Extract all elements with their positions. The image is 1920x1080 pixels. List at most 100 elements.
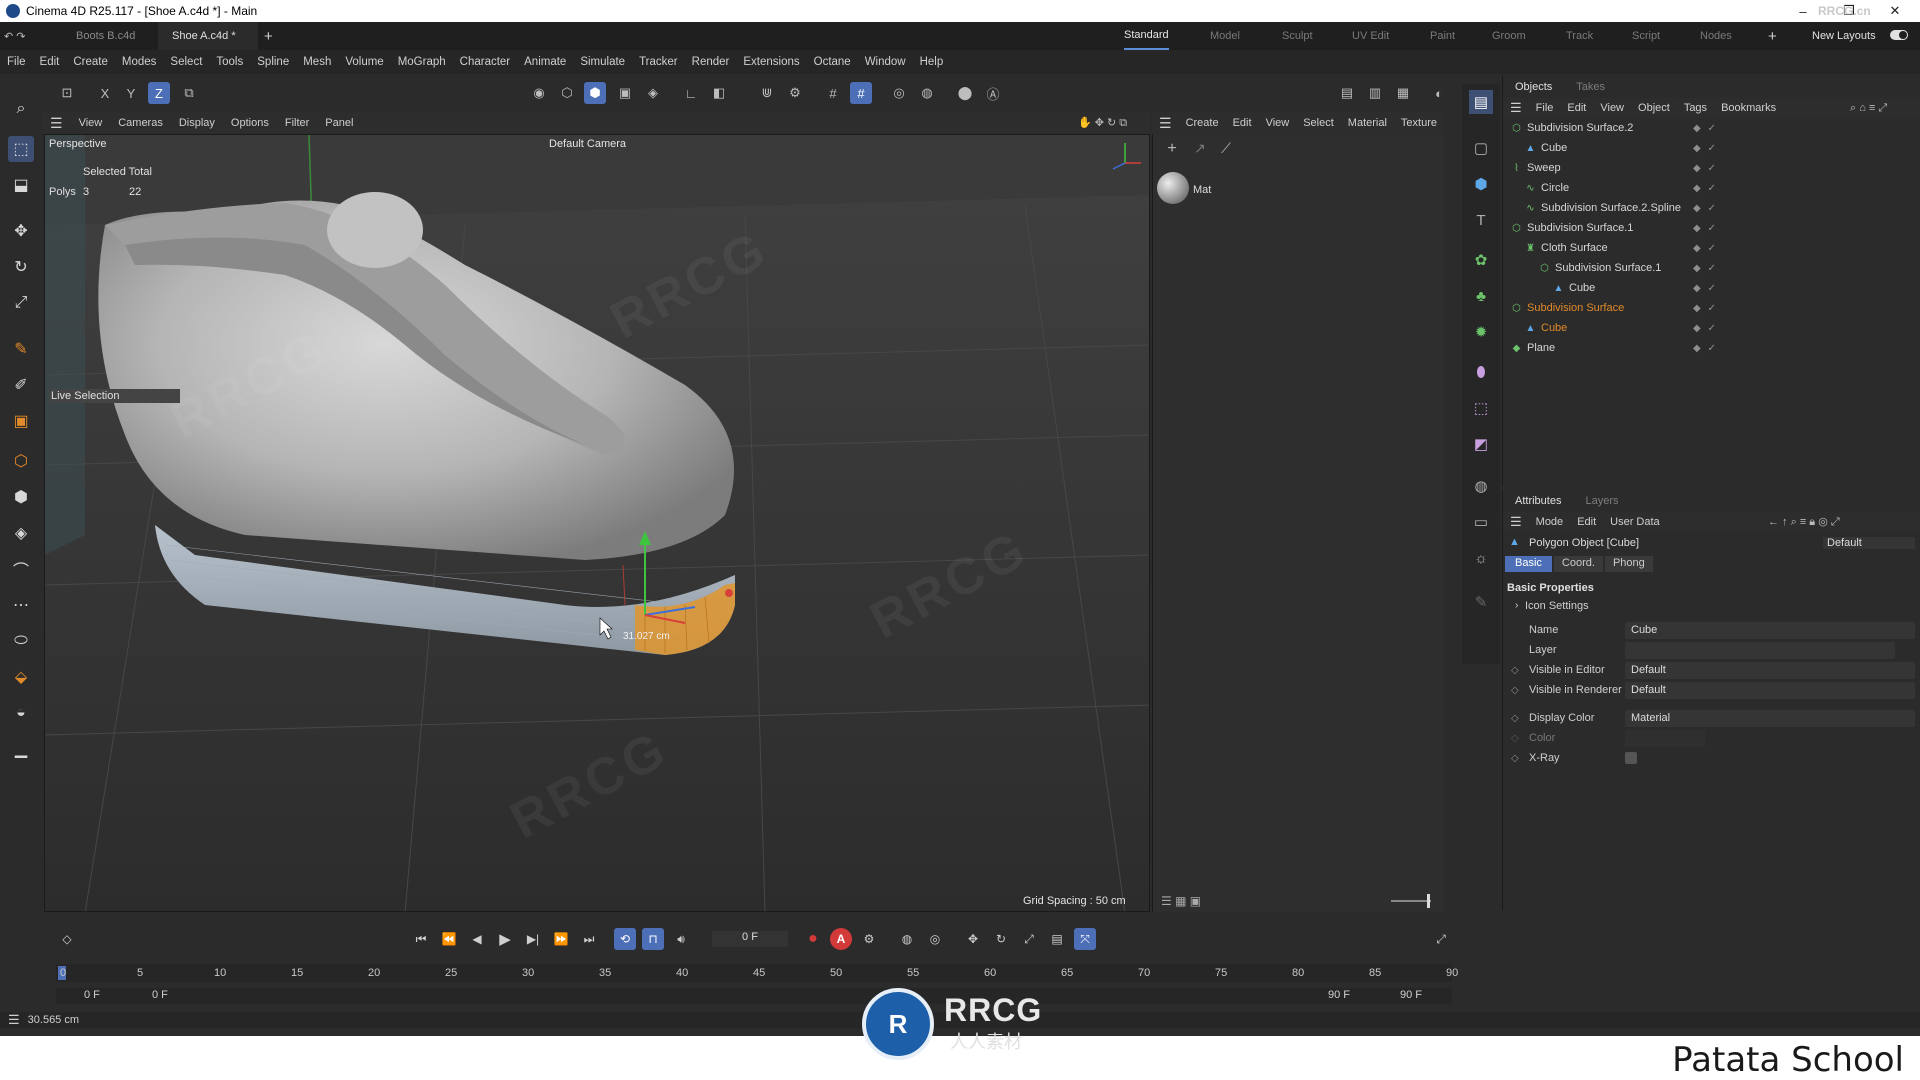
menu-tracker[interactable]: Tracker <box>632 56 685 68</box>
visibility-flags-icon[interactable]: ◆ ✓ <box>1693 143 1718 154</box>
viewport-menu-options[interactable]: Options <box>223 117 277 129</box>
menu-spline[interactable]: Spline <box>250 56 296 68</box>
om-menu-tags[interactable]: Tags <box>1677 102 1714 114</box>
tab-shoe[interactable]: Shoe A.c4d * <box>158 22 258 50</box>
redo-icon[interactable]: ↷ <box>16 30 25 43</box>
object-row[interactable]: ⌇ Sweep ◆ ✓ <box>1503 158 1920 178</box>
sculpt-icon[interactable]: ◒ <box>8 700 34 726</box>
sound-icon[interactable]: 🔊︎ <box>670 928 692 950</box>
prev-keyframe-icon[interactable]: ⏪ <box>438 928 460 950</box>
close-window-button[interactable]: ✕ <box>1872 0 1918 22</box>
keyframe-diamond-icon[interactable]: ◇ <box>56 928 78 950</box>
am-menu-mode[interactable]: Mode <box>1529 516 1571 528</box>
key-rotation-icon[interactable]: ↻ <box>990 928 1012 950</box>
menu-animate[interactable]: Animate <box>517 56 573 68</box>
layout-groom[interactable]: Groom <box>1492 22 1526 50</box>
preview-range-icon[interactable]: ⊓ <box>642 928 664 950</box>
3d-viewport[interactable]: RRCG RRCG RRCG RRCG Perspective Default … <box>44 134 1150 912</box>
mesh-icon[interactable]: ⬭ <box>8 628 34 654</box>
text-icon[interactable]: T <box>1469 208 1493 232</box>
layout-script[interactable]: Script <box>1632 22 1660 50</box>
layout-sculpt[interactable]: Sculpt <box>1282 22 1313 50</box>
layout-paint[interactable]: Paint <box>1430 22 1455 50</box>
mat-menu-create[interactable]: Create <box>1179 117 1226 129</box>
object-name[interactable]: Plane <box>1527 342 1555 354</box>
magnet-icon[interactable]: ⋓ <box>756 82 778 104</box>
object-name[interactable]: Cloth Surface <box>1541 242 1608 254</box>
globe-icon[interactable]: ◍ <box>1469 474 1493 498</box>
menu-volume[interactable]: Volume <box>338 56 390 68</box>
object-row[interactable]: ▲ Cube ◆ ✓ <box>1503 138 1920 158</box>
minimize-button[interactable]: – <box>1780 0 1826 22</box>
viewport-menu-view[interactable]: View <box>71 117 111 129</box>
edit-render-settings-icon[interactable]: ▦ <box>1392 82 1414 104</box>
om-menu-view[interactable]: View <box>1593 102 1631 114</box>
menu-modes[interactable]: Modes <box>115 56 164 68</box>
tab-layers[interactable]: Layers <box>1573 495 1630 507</box>
edges-mode-icon[interactable]: ⬡ <box>556 82 578 104</box>
object-name[interactable]: Cube <box>1541 322 1567 334</box>
render-region-icon[interactable]: ◎ <box>888 82 910 104</box>
next-frame-icon[interactable]: ▶| <box>522 928 544 950</box>
object-row[interactable]: ♜ Cloth Surface ◆ ✓ <box>1503 238 1920 258</box>
effector-icon[interactable]: ✹ <box>1469 320 1493 344</box>
object-name[interactable]: Subdivision Surface.2.Spline <box>1541 202 1681 214</box>
menu-octane[interactable]: Octane <box>807 56 858 68</box>
deformer-strip-icon[interactable]: ⬮ <box>1469 360 1493 384</box>
floor-icon[interactable]: ▁ <box>8 736 34 762</box>
cube-primitive-icon[interactable]: ▣ <box>8 408 34 434</box>
range-start2-field[interactable]: 0 F <box>152 989 168 1001</box>
range-end2-field[interactable]: 90 F <box>1328 989 1350 1001</box>
reset-view-icon[interactable]: ⊡ <box>56 82 78 104</box>
volume-icon[interactable]: ◩ <box>1469 432 1493 456</box>
tab-boots[interactable]: Boots B.c4d <box>62 22 158 50</box>
object-row[interactable]: ▲ Cube ◆ ✓ <box>1503 278 1920 298</box>
keyframe-diamond-icon[interactable]: ◇ <box>1511 753 1519 764</box>
am-hamburger-icon[interactable]: ☰ <box>1503 514 1529 530</box>
object-row[interactable]: ⬡ Subdivision Surface ◆ ✓ <box>1503 298 1920 318</box>
viewport-menu-panel[interactable]: Panel <box>317 117 361 129</box>
viewport-menu-display[interactable]: Display <box>171 117 223 129</box>
mat-menu-texture[interactable]: Texture <box>1394 117 1444 129</box>
menu-tools[interactable]: Tools <box>209 56 250 68</box>
object-name[interactable]: Subdivision Surface.1 <box>1555 262 1661 274</box>
visibility-flags-icon[interactable]: ◆ ✓ <box>1693 343 1718 354</box>
layout-uv-edit[interactable]: UV Edit <box>1352 22 1389 50</box>
visibility-flags-icon[interactable]: ◆ ✓ <box>1693 323 1718 334</box>
visibility-flags-icon[interactable]: ◆ ✓ <box>1693 283 1718 294</box>
subtab-phong[interactable]: Phong <box>1604 556 1653 572</box>
live-selection-icon[interactable]: ⬚ <box>8 136 34 162</box>
go-to-end-icon[interactable]: ⏭ <box>578 928 600 950</box>
spline-strip-icon[interactable]: ⬚ <box>1469 396 1493 420</box>
search-icon[interactable]: ⌕ <box>8 96 34 122</box>
tab-takes[interactable]: Takes <box>1564 81 1617 93</box>
camera-icon[interactable]: ▭ <box>1469 510 1493 534</box>
axis-x-button[interactable]: X <box>94 82 116 104</box>
menu-mograph[interactable]: MoGraph <box>391 56 453 68</box>
eyedropper-icon[interactable]: ⟋ <box>1215 140 1237 162</box>
icon-settings-group[interactable]: Icon Settings <box>1525 600 1589 612</box>
auto-key-icon[interactable]: A <box>830 928 852 950</box>
spline-pen-icon[interactable]: ✐ <box>8 372 34 398</box>
viewport-menu-cameras[interactable]: Cameras <box>110 117 171 129</box>
view-mode-icons[interactable]: ☰ ▦ ▣ <box>1161 894 1201 908</box>
expand-arrow-icon[interactable]: › <box>1515 600 1518 611</box>
om-menu-file[interactable]: File <box>1529 102 1561 114</box>
camera-label[interactable]: Default Camera <box>549 138 626 150</box>
timeline-expand-icon[interactable]: ⤢ <box>1430 928 1452 950</box>
record-icon[interactable]: ● <box>802 928 824 950</box>
play-icon[interactable]: ▶ <box>494 928 516 950</box>
object-manager-icon[interactable]: ▤ <box>1469 90 1493 114</box>
grid-snap-icon[interactable]: # <box>822 82 844 104</box>
am-menu-edit[interactable]: Edit <box>1570 516 1603 528</box>
menu-help[interactable]: Help <box>913 56 951 68</box>
object-name[interactable]: Sweep <box>1527 162 1561 174</box>
keyframe-diamond-icon[interactable]: ◇ <box>1511 685 1519 696</box>
maximize-button[interactable]: ❐ <box>1826 0 1872 22</box>
om-menu-object[interactable]: Object <box>1631 102 1677 114</box>
motion-record-icon[interactable]: ◎ <box>924 928 946 950</box>
visibility-flags-icon[interactable]: ◆ ✓ <box>1693 123 1718 134</box>
layout-nodes[interactable]: Nodes <box>1700 22 1732 50</box>
keyframe-selection-icon[interactable]: ◍ <box>896 928 918 950</box>
axis-y-button[interactable]: Y <box>120 82 142 104</box>
